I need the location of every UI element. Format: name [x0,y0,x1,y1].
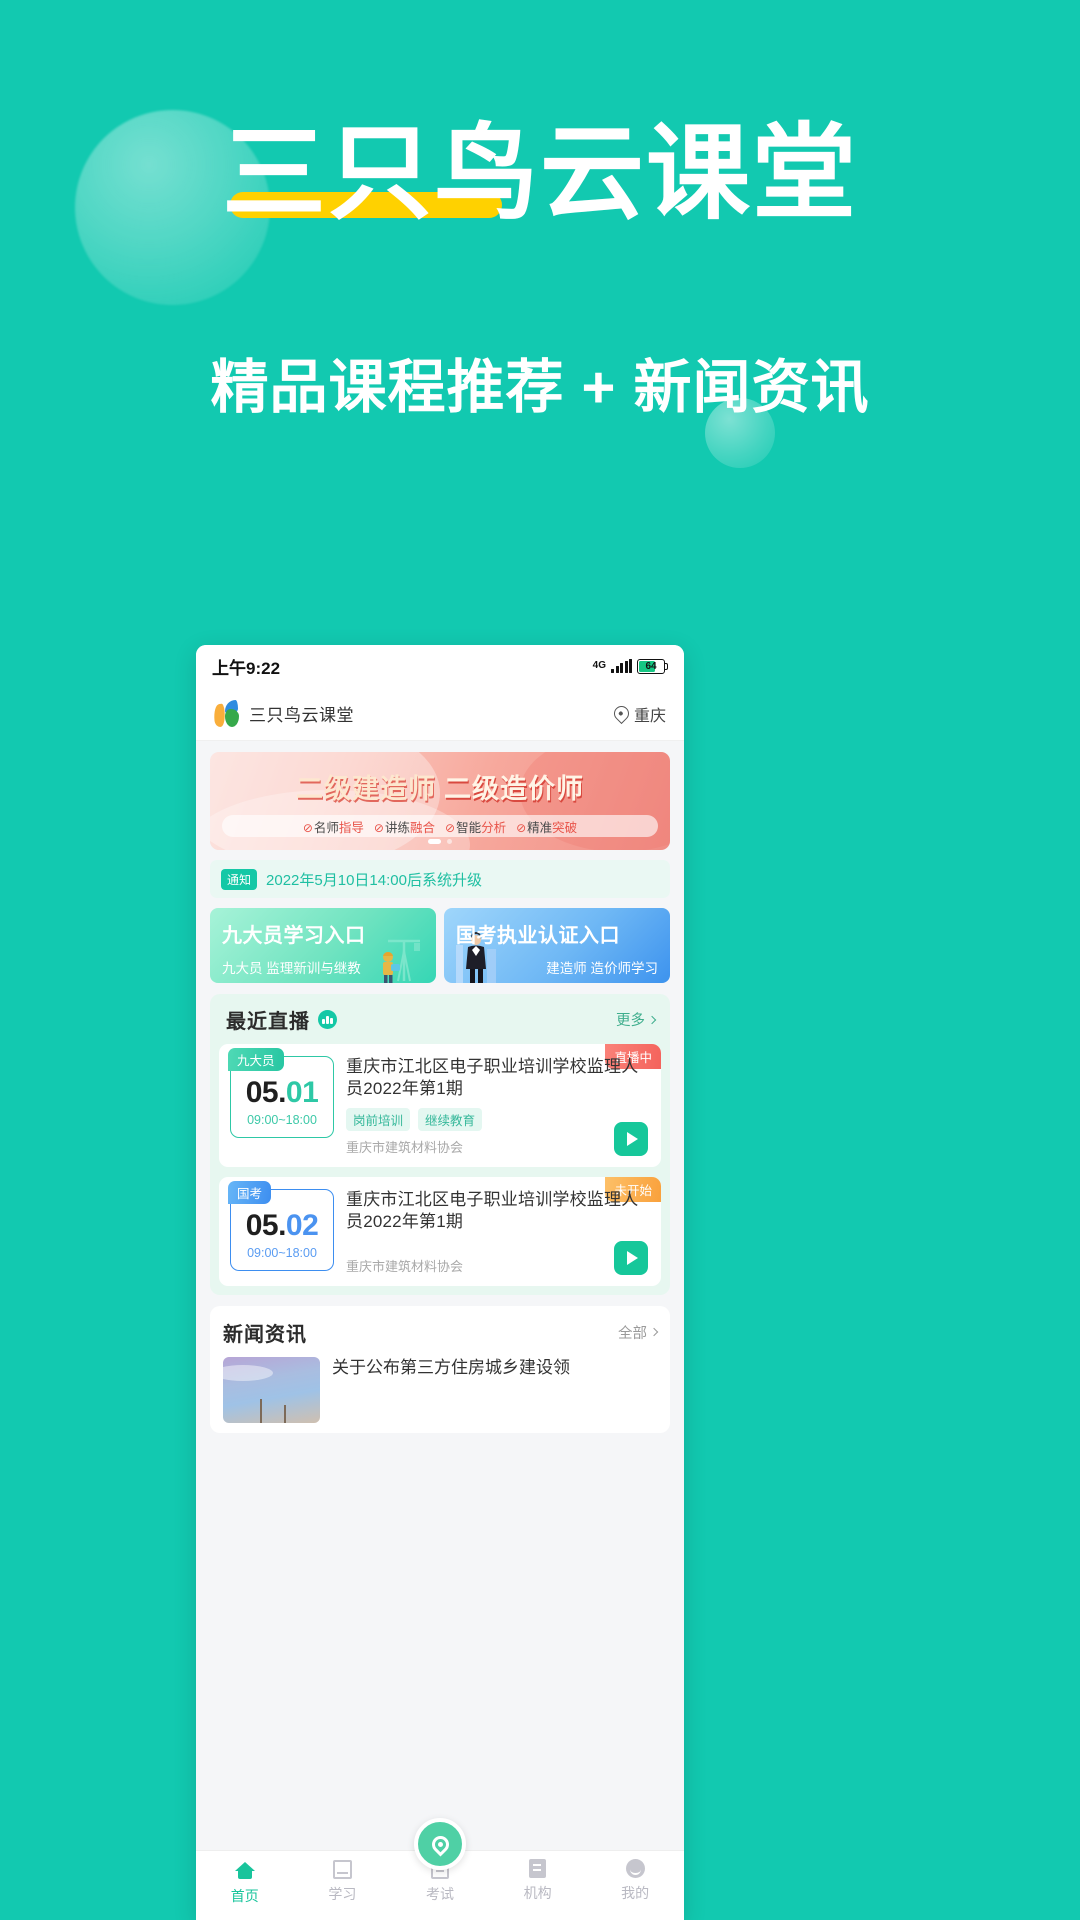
entry-subtitle: 建造师 造价师学习 [546,961,658,976]
hero-title: 三只鸟云课堂 [221,116,858,232]
tab-label: 首页 [230,1888,259,1904]
banner-pagination-dots[interactable] [210,839,670,844]
live-more-label: 更多 [616,1013,645,1029]
hero-subtitle: 精品课程推荐 + 新闻资讯 [210,355,870,420]
live-tags: 岗前培训 继续教育 [346,1107,650,1131]
banner-feature-item: ⊘讲练融合 [373,820,435,835]
tab-home[interactable]: 首页 [196,1859,294,1906]
notice-bar[interactable]: 通知 2022年5月10日14:00后系统升级 [210,860,670,898]
organization-icon [529,1859,547,1878]
status-time: 上午9:22 [212,658,281,678]
live-date: 05.02 [245,1208,319,1242]
entry-card-nine-members[interactable]: 九大员学习入口 九大员 监理新训与继教 [210,908,436,983]
live-title: 重庆市江北区电子职业培训学校监理人员2022年第1期 [346,1057,639,1099]
scroll-content: 二级建造师 二级造价师 ⊘名师指导 ⊘讲练融合 ⊘智能分析 ⊘精准突破 通知 20… [196,752,684,1433]
category-tag: 九大员 [228,1048,284,1071]
live-date: 05.01 [245,1076,319,1109]
location-selector[interactable]: 重庆 [610,702,666,726]
news-section: 新闻资讯 全部 关于公布第三方住房城乡建设领 [210,1305,670,1433]
tab-label: 学习 [328,1886,357,1902]
live-tag: 继续教育 [418,1107,483,1131]
hero-title-wrap: 三只鸟云课堂 [0,118,1080,230]
live-tag: 岗前培训 [346,1107,411,1131]
home-icon [234,1859,256,1881]
live-more-button[interactable]: 更多 [616,1009,657,1030]
app-logo-icon [212,700,240,728]
battery-icon: 64 [637,658,668,674]
tab-organization[interactable]: 机构 [489,1859,587,1903]
live-card-info: 重庆市江北区电子职业培训学校监理人员2022年第1期 重庆市建筑材料协会 [346,1189,650,1275]
news-item[interactable]: 关于公布第三方住房城乡建设领 [223,1356,657,1423]
entry-title: 九大员学习入口 [222,925,366,947]
news-more-label: 全部 [618,1325,647,1342]
floating-action-button[interactable] [414,1818,466,1870]
check-circle-icon: ⊘ [302,820,313,835]
banner-feature-item: ⊘名师指导 [302,820,364,835]
news-title: 关于公布第三方住房城乡建设领 [332,1357,570,1377]
play-icon [627,1131,638,1146]
entry-card-national-exam[interactable]: 国考执业认证入口 建造师 造价师学习 [444,908,670,983]
tab-study[interactable]: 学习 [294,1859,392,1904]
check-circle-icon: ⊘ [373,820,384,835]
live-time-range: 09:00~18:00 [247,1245,317,1260]
news-section-title: 新闻资讯 [223,1323,307,1346]
check-circle-icon: ⊘ [445,820,456,835]
status-bar: 上午9:22 4G 64 [196,645,684,687]
network-type-label: 4G [592,659,606,671]
notice-text: 2022年5月10日14:00后系统升级 [266,871,482,889]
live-title: 重庆市江北区电子职业培训学校监理人员2022年第1期 [346,1189,639,1232]
profile-icon [625,1859,645,1878]
date-box: 九大员 05.01 09:00~18:00 [228,1048,334,1138]
play-button[interactable] [614,1121,648,1156]
status-indicators: 4G 64 [592,658,668,674]
location-label: 重庆 [633,707,666,725]
chevron-right-icon [647,1015,657,1024]
entry-title: 国考执业认证入口 [456,925,620,947]
live-section: 最近直播 更多 直播中 九大员 05.01 09:00~18:00 重庆市江北区… [210,994,670,1295]
hero-section: 三只鸟云课堂 精品课程推荐 + 新闻资讯 [0,0,1080,660]
live-card-info: 重庆市江北区电子职业培训学校监理人员2022年第1期 岗前培训 继续教育 重庆市… [346,1056,650,1156]
brand-block: 三只鸟云课堂 [212,700,354,728]
category-tag: 国考 [228,1180,272,1204]
live-card[interactable]: 未开始 国考 05.02 09:00~18:00 重庆市江北区电子职业培训学校监… [219,1176,661,1286]
live-organizer: 重庆市建筑材料协会 [346,1139,464,1155]
live-section-title: 最近直播 [226,1011,310,1033]
banner-feature-item: ⊘智能分析 [445,820,507,835]
tab-label: 考试 [425,1886,454,1902]
live-organizer: 重庆市建筑材料协会 [346,1258,464,1274]
entry-cards: 九大员学习入口 九大员 监理新训与继教 国考执业认证入口 建造师 造价师学习 [210,908,670,983]
tab-label: 机构 [523,1885,552,1901]
app-header: 三只鸟云课堂 重庆 [196,687,684,741]
phone-mockup: 上午9:22 4G 64 三只鸟云课堂 重庆 二级建造师 二级造价师 ⊘名师指导… [196,645,684,1920]
banner-feature-item: ⊘精准突破 [516,820,578,835]
play-icon [627,1250,638,1265]
location-pin-icon [427,1831,453,1857]
news-thumbnail [223,1356,320,1423]
chevron-right-icon [649,1328,659,1337]
tab-label: 我的 [621,1885,650,1901]
banner-title: 二级建造师 二级造价师 [210,767,670,806]
battery-level: 64 [645,660,657,672]
date-box: 国考 05.02 09:00~18:00 [228,1180,334,1271]
entry-subtitle: 九大员 监理新训与继教 [222,961,361,976]
play-button[interactable] [614,1240,648,1275]
check-circle-icon: ⊘ [516,820,527,835]
banner-title-left: 二级建造师 [296,774,436,804]
news-more-button[interactable]: 全部 [618,1322,659,1343]
banner-feature-list: ⊘名师指导 ⊘讲练融合 ⊘智能分析 ⊘精准突破 [222,815,658,837]
live-card[interactable]: 直播中 九大员 05.01 09:00~18:00 重庆市江北区电子职业培训学校… [219,1044,661,1167]
live-section-header: 最近直播 更多 [219,1005,661,1034]
banner-title-right: 二级造价师 [444,774,584,804]
bar-chart-icon [318,1010,337,1029]
book-icon [332,1860,352,1879]
promo-banner[interactable]: 二级建造师 二级造价师 ⊘名师指导 ⊘讲练融合 ⊘智能分析 ⊘精准突破 [210,752,670,850]
signal-bars-icon [611,659,632,673]
brand-name: 三只鸟云课堂 [249,706,354,725]
tab-profile[interactable]: 我的 [586,1859,684,1903]
location-pin-icon [610,702,633,725]
notice-tag: 通知 [221,868,258,890]
news-section-header: 新闻资讯 全部 [223,1318,659,1347]
live-time-range: 09:00~18:00 [247,1113,317,1127]
